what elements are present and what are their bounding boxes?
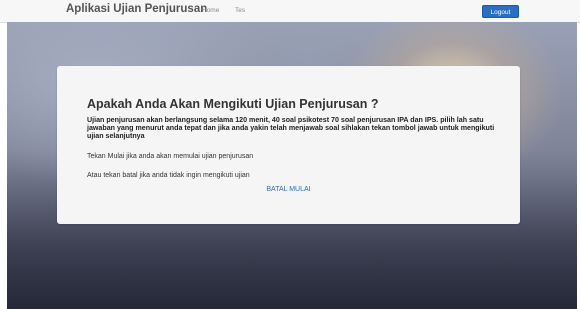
exam-description: Ujian penjurusan akan berlangsung selama… (87, 116, 495, 141)
card-title: Apakah Anda Akan Mengikuti Ujian Penjuru… (87, 97, 379, 111)
top-navbar: Aplikasi Ujian Penjurusan Home Tes Logou… (0, 0, 580, 23)
nav-link-tes[interactable]: Tes (235, 7, 245, 14)
app-window: Aplikasi Ujian Penjurusan Home Tes Logou… (0, 0, 580, 309)
logout-button[interactable]: Logout (482, 5, 519, 18)
nav-link-home[interactable]: Home (202, 7, 219, 14)
app-brand[interactable]: Aplikasi Ujian Penjurusan (66, 3, 207, 15)
cancel-instruction: Atau tekan batal jika anda tidak ingin m… (87, 172, 250, 179)
exam-confirmation-card: Apakah Anda Akan Mengikuti Ujian Penjuru… (57, 66, 520, 224)
cancel-start-link[interactable]: BATAL MULAI (57, 186, 520, 193)
start-instruction: Tekan Mulai jika anda akan memulai ujian… (87, 153, 254, 160)
